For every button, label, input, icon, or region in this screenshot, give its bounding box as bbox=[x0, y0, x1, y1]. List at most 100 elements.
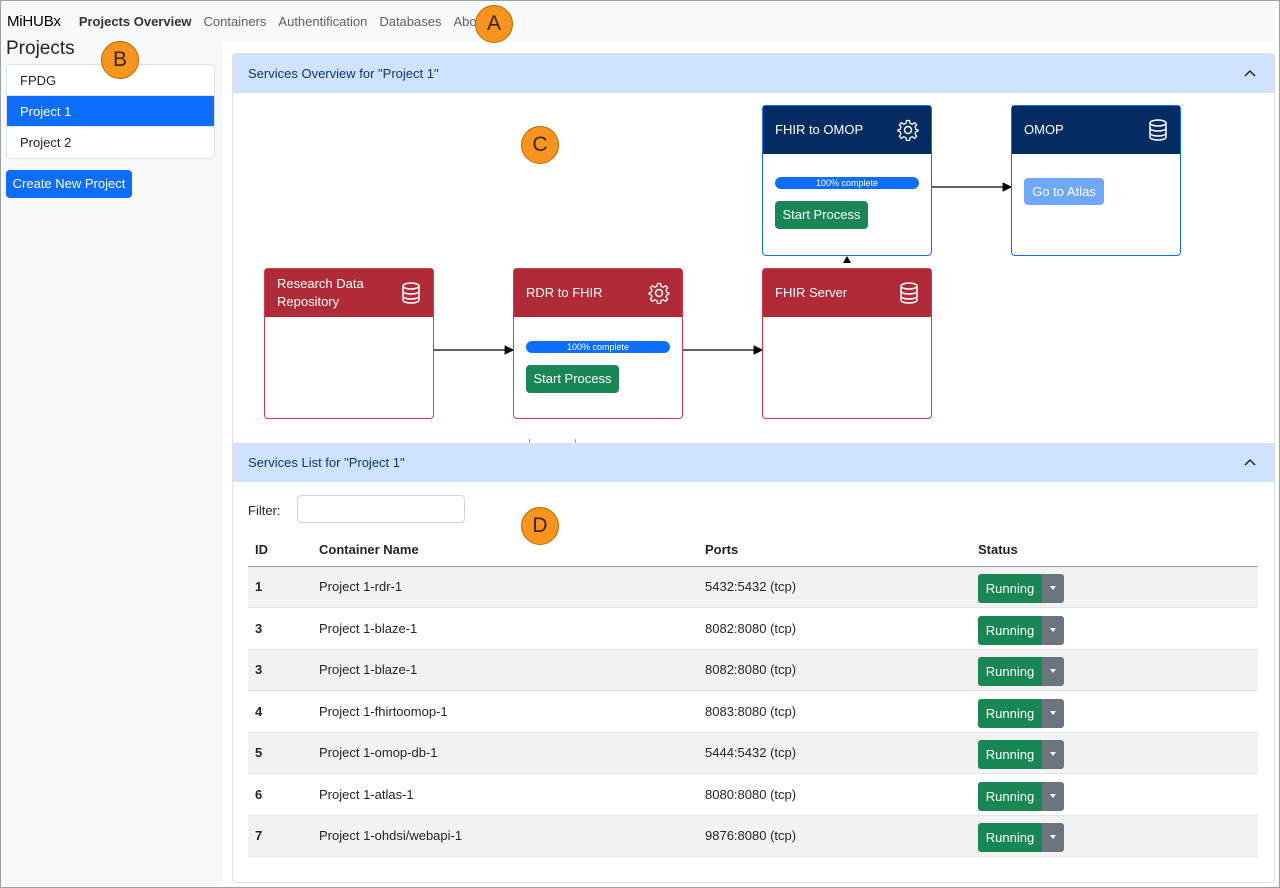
row-container-name: Project 1-blaze-1 bbox=[312, 607, 698, 650]
gear-icon[interactable] bbox=[897, 119, 919, 141]
row-id: 1 bbox=[248, 566, 312, 608]
table-row: 6 Project 1-atlas-1 8080:8080 (tcp) Runn… bbox=[248, 773, 1258, 816]
row-ports: 8082:8080 (tcp) bbox=[698, 649, 971, 691]
top-navbar: MiHUBx Projects Overview Containers Auth… bbox=[1, 1, 1277, 41]
project-item-project-1[interactable]: Project 1 bbox=[7, 96, 214, 127]
start-process-button[interactable]: Start Process bbox=[526, 365, 619, 393]
sidebar-title: Projects bbox=[6, 38, 75, 59]
row-id: 4 bbox=[248, 690, 312, 733]
column-header-id: ID bbox=[248, 534, 312, 567]
status-running-button[interactable]: Running bbox=[978, 823, 1042, 853]
progress-bar: 100% complete bbox=[775, 177, 919, 189]
row-id: 3 bbox=[248, 649, 312, 691]
node-title: FHIR Server bbox=[775, 285, 848, 300]
status-dropdown-toggle[interactable] bbox=[1042, 740, 1064, 770]
projects-sidebar: Projects FPDG Project 1 Project 2 Create… bbox=[1, 38, 222, 886]
node-fhir-to-omop: FHIR to OMOP 100% complete Start Process bbox=[762, 105, 932, 256]
status-running-button[interactable]: Running bbox=[978, 657, 1042, 687]
row-container-name: Project 1-omop-db-1 bbox=[312, 732, 698, 774]
status-dropdown-toggle[interactable] bbox=[1042, 574, 1064, 604]
status-dropdown-toggle[interactable] bbox=[1042, 698, 1064, 728]
brand-logo[interactable]: MiHUBx bbox=[7, 13, 61, 30]
row-ports: 8083:8080 (tcp) bbox=[698, 690, 971, 733]
table-row: 4 Project 1-fhirtoomop-1 8083:8080 (tcp)… bbox=[248, 690, 1258, 733]
services-table: ID Container Name Ports Status 1 Project… bbox=[248, 534, 1258, 857]
chevron-up-icon bbox=[1244, 69, 1256, 77]
status-running-button[interactable]: Running bbox=[978, 574, 1042, 604]
node-title: OMOP bbox=[1024, 122, 1064, 137]
gear-icon[interactable] bbox=[648, 282, 670, 304]
status-control: Running bbox=[978, 823, 1064, 853]
status-dropdown-toggle[interactable] bbox=[1042, 657, 1064, 687]
start-process-button[interactable]: Start Process bbox=[775, 201, 868, 229]
nav-containers[interactable]: Containers bbox=[204, 14, 267, 29]
status-control: Running bbox=[978, 615, 1064, 645]
row-container-name: Project 1-ohdsi/webapi-1 bbox=[312, 815, 698, 857]
row-id: 7 bbox=[248, 815, 312, 857]
status-running-button[interactable]: Running bbox=[978, 740, 1042, 770]
row-ports: 5432:5432 (tcp) bbox=[698, 566, 971, 608]
progress-bar: 100% complete bbox=[526, 341, 670, 353]
table-row: 3 Project 1-blaze-1 8082:8080 (tcp) Runn… bbox=[248, 607, 1258, 650]
status-running-button[interactable]: Running bbox=[978, 698, 1042, 728]
callout-marker-a: A bbox=[475, 5, 513, 43]
column-header-ports: Ports bbox=[698, 534, 971, 567]
status-control: Running bbox=[978, 657, 1064, 687]
status-running-button[interactable]: Running bbox=[978, 781, 1042, 811]
row-ports: 8080:8080 (tcp) bbox=[698, 773, 971, 816]
table-row: 1 Project 1-rdr-1 5432:5432 (tcp) Runnin… bbox=[248, 566, 1258, 608]
row-id: 3 bbox=[248, 607, 312, 650]
filter-input[interactable] bbox=[297, 495, 465, 523]
column-header-status: Status bbox=[971, 534, 1258, 567]
table-row: 7 Project 1-ohdsi/webapi-1 9876:8080 (tc… bbox=[248, 815, 1258, 857]
row-id: 5 bbox=[248, 732, 312, 774]
filter-label: Filter: bbox=[248, 503, 281, 518]
database-icon bbox=[402, 282, 420, 304]
node-title: RDR to FHIR bbox=[526, 285, 603, 300]
services-diagram: Research Data Repository RDR to FHIR 100… bbox=[233, 93, 1274, 461]
services-list-title: Services List for "Project 1" bbox=[248, 455, 405, 470]
chevron-up-icon bbox=[1244, 458, 1256, 466]
main-panel: Services Overview for "Project 1" Resear… bbox=[232, 53, 1275, 883]
services-overview-header[interactable]: Services Overview for "Project 1" bbox=[233, 54, 1274, 93]
node-research-data-repository: Research Data Repository bbox=[264, 268, 434, 419]
node-fhir-server: FHIR Server bbox=[762, 268, 932, 419]
row-id: 6 bbox=[248, 773, 312, 816]
status-dropdown-toggle[interactable] bbox=[1042, 823, 1064, 853]
arrow-fhir-server-to-omop-converter bbox=[843, 256, 851, 263]
table-header-row: ID Container Name Ports Status bbox=[248, 534, 1258, 567]
table-row: 5 Project 1-omop-db-1 5444:5432 (tcp) Ru… bbox=[248, 732, 1258, 774]
status-running-button[interactable]: Running bbox=[978, 615, 1042, 645]
project-item-project-2[interactable]: Project 2 bbox=[7, 127, 214, 158]
nav-databases[interactable]: Databases bbox=[379, 14, 441, 29]
row-ports: 8082:8080 (tcp) bbox=[698, 607, 971, 650]
services-list-header[interactable]: Services List for "Project 1" bbox=[233, 443, 1274, 482]
row-ports: 9876:8080 (tcp) bbox=[698, 815, 971, 857]
table-row: 3 Project 1-blaze-1 8082:8080 (tcp) Runn… bbox=[248, 649, 1258, 691]
status-dropdown-toggle[interactable] bbox=[1042, 615, 1064, 645]
row-ports: 5444:5432 (tcp) bbox=[698, 732, 971, 774]
database-icon bbox=[900, 282, 918, 304]
status-control: Running bbox=[978, 574, 1064, 604]
go-to-atlas-button[interactable]: Go to Atlas bbox=[1024, 178, 1104, 205]
node-rdr-to-fhir: RDR to FHIR 100% complete Start Process bbox=[513, 268, 683, 419]
status-dropdown-toggle[interactable] bbox=[1042, 781, 1064, 811]
node-title: FHIR to OMOP bbox=[775, 122, 864, 137]
create-new-project-button[interactable]: Create New Project bbox=[6, 170, 132, 198]
column-header-container-name: Container Name bbox=[312, 534, 698, 567]
project-list: FPDG Project 1 Project 2 bbox=[6, 64, 215, 159]
status-control: Running bbox=[978, 781, 1064, 811]
status-control: Running bbox=[978, 740, 1064, 770]
nav-projects-overview[interactable]: Projects Overview bbox=[79, 14, 192, 29]
row-container-name: Project 1-blaze-1 bbox=[312, 649, 698, 691]
callout-marker-b: B bbox=[101, 41, 139, 79]
node-omop: OMOP Go to Atlas bbox=[1011, 105, 1181, 256]
node-title: Research Data Repository bbox=[277, 276, 364, 309]
callout-marker-d: D bbox=[521, 507, 559, 545]
row-container-name: Project 1-atlas-1 bbox=[312, 773, 698, 816]
database-icon bbox=[1149, 119, 1167, 141]
status-control: Running bbox=[978, 698, 1064, 728]
nav-authentification[interactable]: Authentification bbox=[278, 14, 367, 29]
callout-marker-c: C bbox=[521, 126, 559, 164]
row-container-name: Project 1-rdr-1 bbox=[312, 566, 698, 608]
